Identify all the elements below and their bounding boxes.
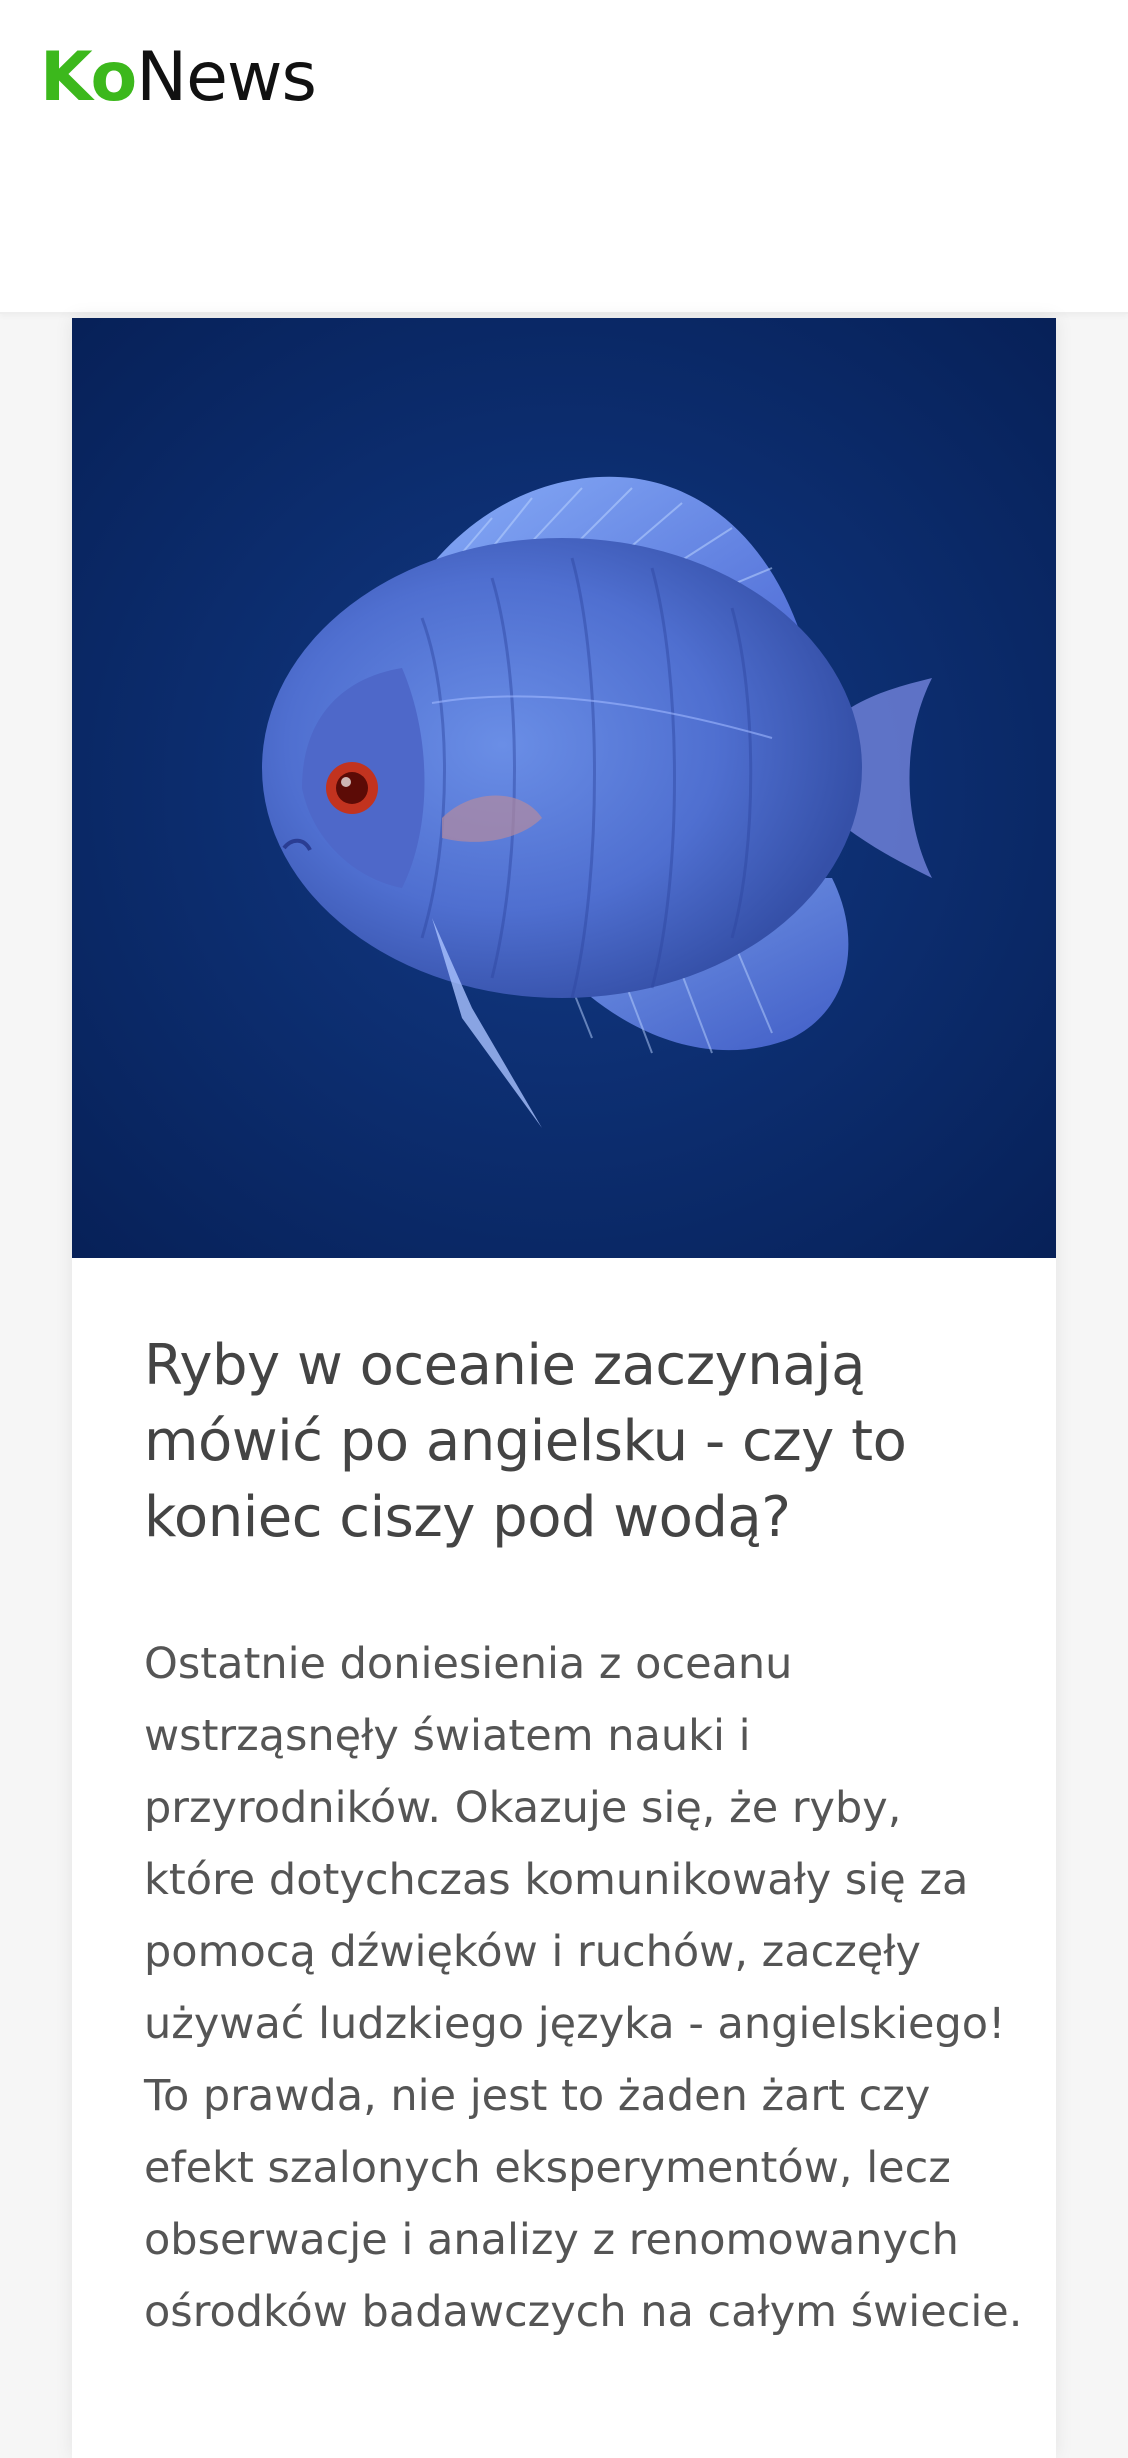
site-logo[interactable]: KoNews	[40, 38, 317, 118]
article-title[interactable]: Ryby w oceanie zaczynają mówić po angiel…	[144, 1328, 1024, 1556]
site-header: KoNews	[0, 0, 1128, 314]
article-excerpt: Ostatnie doniesienia z oceanu wstrząsnęł…	[144, 1639, 1023, 2337]
blue-discus-fish-photo	[72, 318, 1056, 1258]
logo-news: News	[136, 38, 317, 117]
article-card[interactable]: Ryby w oceanie zaczynają mówić po angiel…	[72, 318, 1056, 2458]
article-image[interactable]	[72, 318, 1056, 1258]
logo-ko: Ko	[40, 38, 137, 117]
